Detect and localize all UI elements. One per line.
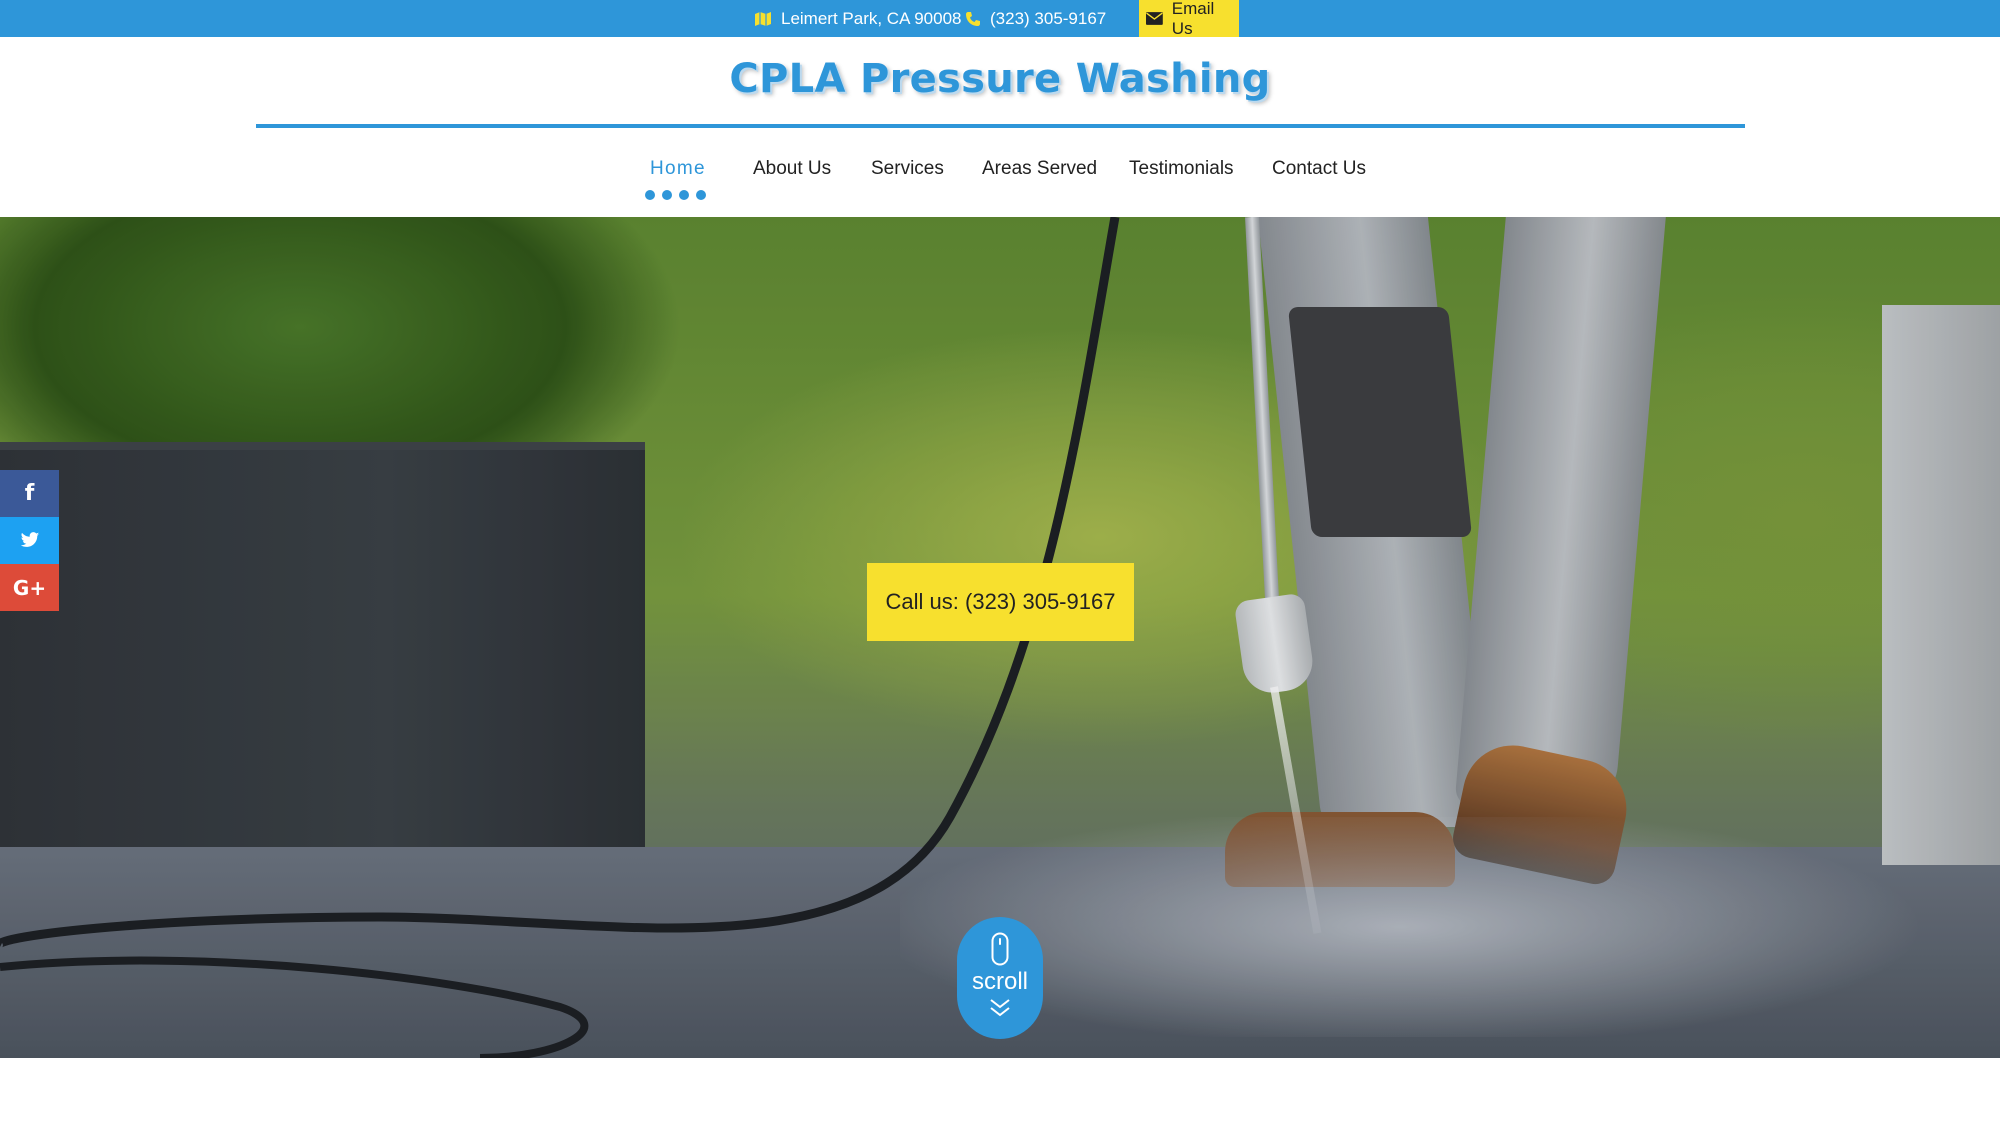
- facebook-share-button[interactable]: f: [0, 470, 59, 517]
- phone-text: (323) 305-9167: [990, 8, 1107, 28]
- email-us-button[interactable]: Email Us: [1139, 0, 1239, 38]
- nav-item-about-us[interactable]: About Us: [753, 158, 831, 180]
- nav-item-home[interactable]: Home: [650, 158, 706, 180]
- header-divider: [256, 124, 1745, 128]
- google-plus-share-button[interactable]: G+: [0, 564, 59, 611]
- indicator-dot: [696, 190, 706, 200]
- top-contact-bar: Leimert Park, CA 90008 (323) 305-9167 Em…: [0, 0, 2000, 38]
- call-us-button[interactable]: Call us: (323) 305-9167: [867, 563, 1134, 641]
- map-icon: [755, 11, 771, 26]
- phone-item[interactable]: (323) 305-9167: [965, 0, 1106, 37]
- indicator-dot: [662, 190, 672, 200]
- scroll-down-button[interactable]: scroll: [957, 917, 1043, 1039]
- twitter-share-button[interactable]: [0, 517, 59, 564]
- phone-icon: [966, 11, 980, 26]
- google-plus-icon: G+: [12, 575, 47, 600]
- double-chevron-down-icon: [990, 999, 1010, 1017]
- facebook-icon: f: [24, 481, 35, 506]
- address-item: Leimert Park, CA 90008: [754, 0, 961, 37]
- email-us-label: Email Us: [1171, 0, 1215, 38]
- indicator-dot: [679, 190, 689, 200]
- nav-item-areas-served[interactable]: Areas Served: [982, 158, 1097, 180]
- scroll-label: scroll: [971, 968, 1028, 995]
- indicator-dot: [645, 190, 655, 200]
- mouse-icon: [991, 932, 1009, 966]
- nav-item-contact-us[interactable]: Contact Us: [1272, 158, 1366, 180]
- twitter-icon: [20, 532, 39, 547]
- main-nav: Home About Us Services Areas Served Test…: [0, 158, 2000, 200]
- nav-item-services[interactable]: Services: [871, 158, 944, 180]
- social-share-bar: f G+: [0, 470, 59, 611]
- site-logo[interactable]: CPLA Pressure Washing: [0, 56, 2000, 102]
- nav-item-testimonials[interactable]: Testimonials: [1129, 158, 1234, 180]
- active-nav-indicator: [645, 190, 706, 200]
- address-text: Leimert Park, CA 90008: [781, 8, 962, 28]
- page-content-start: [0, 1058, 2000, 1126]
- envelope-icon: [1146, 12, 1163, 25]
